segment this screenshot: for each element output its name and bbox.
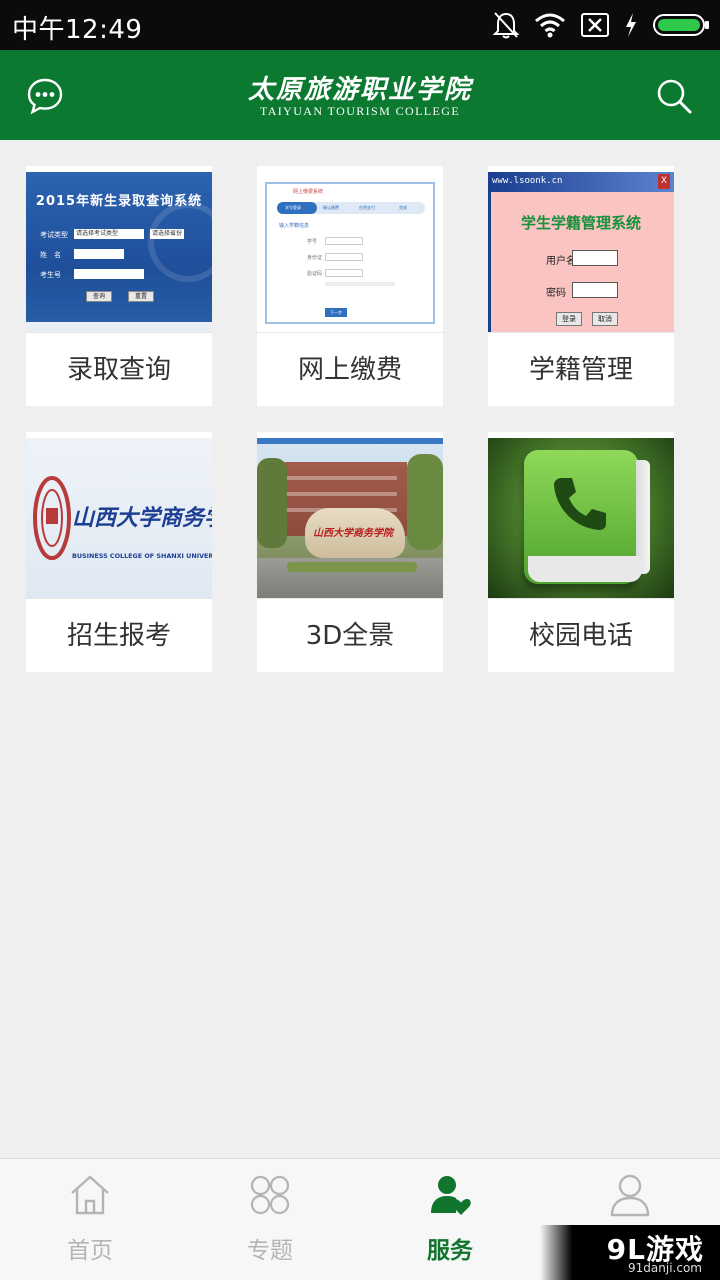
seal-watermark	[148, 202, 212, 282]
thumb-cancel-button: 取消	[592, 312, 618, 326]
home-icon	[71, 1175, 109, 1215]
thumb-stone-text: 山西大学商务学院	[313, 528, 393, 539]
college-seal-icon	[33, 476, 71, 560]
thumb-f3-label: 验证码	[307, 271, 323, 277]
thumb-college-en: BUSINESS COLLEGE OF SHANXI UNIVERSITY	[72, 552, 212, 560]
thumb-input-1	[74, 249, 124, 259]
tile-admission-query[interactable]: 2015年新生录取查询系统 考试类型 请选择考试类型 请选择省份 姓 名 考生号…	[26, 166, 212, 406]
tile-enrollment[interactable]: 山西大学商务学院 BUSINESS COLLEGE OF SHANXI UNIV…	[26, 432, 212, 672]
thumb-f2-label: 身份证	[307, 255, 323, 261]
tile-student-records[interactable]: www.lsoonk.cn X 学生学籍管理系统 用户名 密码 登录 取消 学籍…	[488, 166, 674, 406]
app-title-en: TAIYUAN TOURISM COLLEGE	[259, 104, 461, 118]
thumb-steps: 学号登录 确认缴费 在线支付 完成	[277, 202, 425, 214]
admission-query-thumbnail: 2015年新生录取查询系统 考试类型 请选择考试类型 请选择省份 姓 名 考生号…	[26, 172, 212, 332]
wifi-icon	[535, 13, 565, 38]
thumb-select-2: 请选择省份	[150, 229, 184, 239]
thumb-step-3: 在线支付	[359, 205, 375, 210]
thumb-frame: 网上缴费系统 学号登录 确认缴费 在线支付 完成 输入学籍信息 学号 身份证 验…	[265, 182, 435, 324]
charging-icon	[626, 13, 636, 37]
thumb-header: 网上缴费系统	[293, 189, 324, 195]
app-title-cn: 太原旅游职业学院	[247, 75, 472, 105]
tile-label: 校园电话	[488, 598, 674, 672]
thumb-tree-right	[407, 454, 443, 550]
thumb-tree-left	[257, 458, 287, 548]
user-icon	[610, 1174, 650, 1217]
panorama-thumbnail: 山西大学商务学院	[257, 438, 443, 598]
thumb-college-name: 山西大学商务学院	[72, 505, 212, 531]
thumb-section: 输入学籍信息	[279, 223, 310, 229]
thumb-field-1: 考试类型	[40, 231, 68, 239]
thumb-query-button: 查询	[86, 291, 112, 302]
thumb-step-1: 学号登录	[285, 205, 301, 210]
phone-handset-icon	[554, 478, 606, 530]
tile-label: 3D全景	[257, 598, 443, 672]
thumb-close-button: X	[658, 174, 670, 189]
tile-label: 招生报考	[26, 598, 212, 672]
tab-label: 服务	[427, 1238, 473, 1264]
no-sim-icon	[581, 13, 609, 37]
thumb-next-button: 下一步	[325, 308, 347, 317]
thumb-pwd-input	[572, 282, 618, 298]
tab-home[interactable]: 首页	[0, 1159, 180, 1280]
status-icons	[492, 8, 710, 42]
status-time: 中午12:49	[12, 15, 143, 45]
thumb-step-4: 完成	[399, 205, 407, 210]
campus-phone-thumbnail	[488, 438, 674, 598]
tab-services[interactable]: 服务	[360, 1159, 540, 1280]
thumb-title: 学生学籍管理系统	[520, 214, 641, 232]
tile-label: 网上缴费	[257, 332, 443, 406]
thumb-footer	[26, 322, 212, 332]
thumb-field-2: 姓 名	[40, 251, 61, 259]
status-bar: 中午12:49	[0, 0, 720, 50]
thumb-field-3: 考生号	[40, 271, 61, 279]
tile-3d-panorama[interactable]: 山西大学商务学院 3D全景	[257, 432, 443, 672]
watermark-url: 91danji.com	[628, 1261, 702, 1275]
tab-label: 专题	[247, 1238, 293, 1264]
thumb-f2-input	[325, 253, 363, 261]
thumb-step-2: 确认缴费	[323, 205, 339, 210]
thumb-f3-input	[325, 269, 363, 277]
thumb-hint-line	[325, 282, 395, 286]
thumb-titlebar-text: www.lsoonk.cn	[492, 176, 563, 186]
enrollment-thumbnail: 山西大学商务学院 BUSINESS COLLEGE OF SHANXI UNIV…	[26, 438, 212, 598]
tab-label: 首页	[67, 1238, 113, 1264]
thumb-hedge	[287, 562, 417, 572]
app-header: 太原旅游职业学院 TAIYUAN TOURISM COLLEGE	[0, 50, 720, 140]
thumb-login-button: 登录	[556, 312, 582, 326]
clover-icon	[250, 1175, 290, 1215]
online-payment-thumbnail: 网上缴费系统 学号登录 确认缴费 在线支付 完成 输入学籍信息 学号 身份证 验…	[257, 172, 443, 332]
thumb-pwd-label: 密码	[546, 288, 566, 299]
thumb-select-1: 请选择考试类型	[74, 229, 144, 239]
battery-icon	[653, 14, 709, 36]
thumb-reset-button: 重置	[128, 291, 154, 302]
site-watermark: 9L游戏 91danji.com	[540, 1225, 720, 1280]
thumb-f1-label: 学号	[307, 239, 318, 245]
thumb-input-2	[74, 269, 144, 279]
thumb-f1-input	[325, 237, 363, 245]
tile-campus-phone[interactable]: 校园电话	[488, 432, 674, 672]
thumb-user-input	[572, 250, 618, 266]
mute-bell-icon	[492, 12, 520, 39]
thumb-titlebar: www.lsoonk.cn X	[488, 172, 674, 192]
user-heart-icon	[431, 1176, 471, 1215]
tile-label: 学籍管理	[488, 332, 674, 406]
tile-online-payment[interactable]: 网上缴费系统 学号登录 确认缴费 在线支付 完成 输入学籍信息 学号 身份证 验…	[257, 166, 443, 406]
tab-topics[interactable]: 专题	[180, 1159, 360, 1280]
student-records-thumbnail: www.lsoonk.cn X 学生学籍管理系统 用户名 密码 登录 取消	[488, 172, 674, 332]
tile-label: 录取查询	[26, 332, 212, 406]
thumb-banner	[257, 438, 443, 444]
search-icon[interactable]	[655, 77, 693, 115]
phonebook-bottom-pages	[528, 556, 642, 582]
